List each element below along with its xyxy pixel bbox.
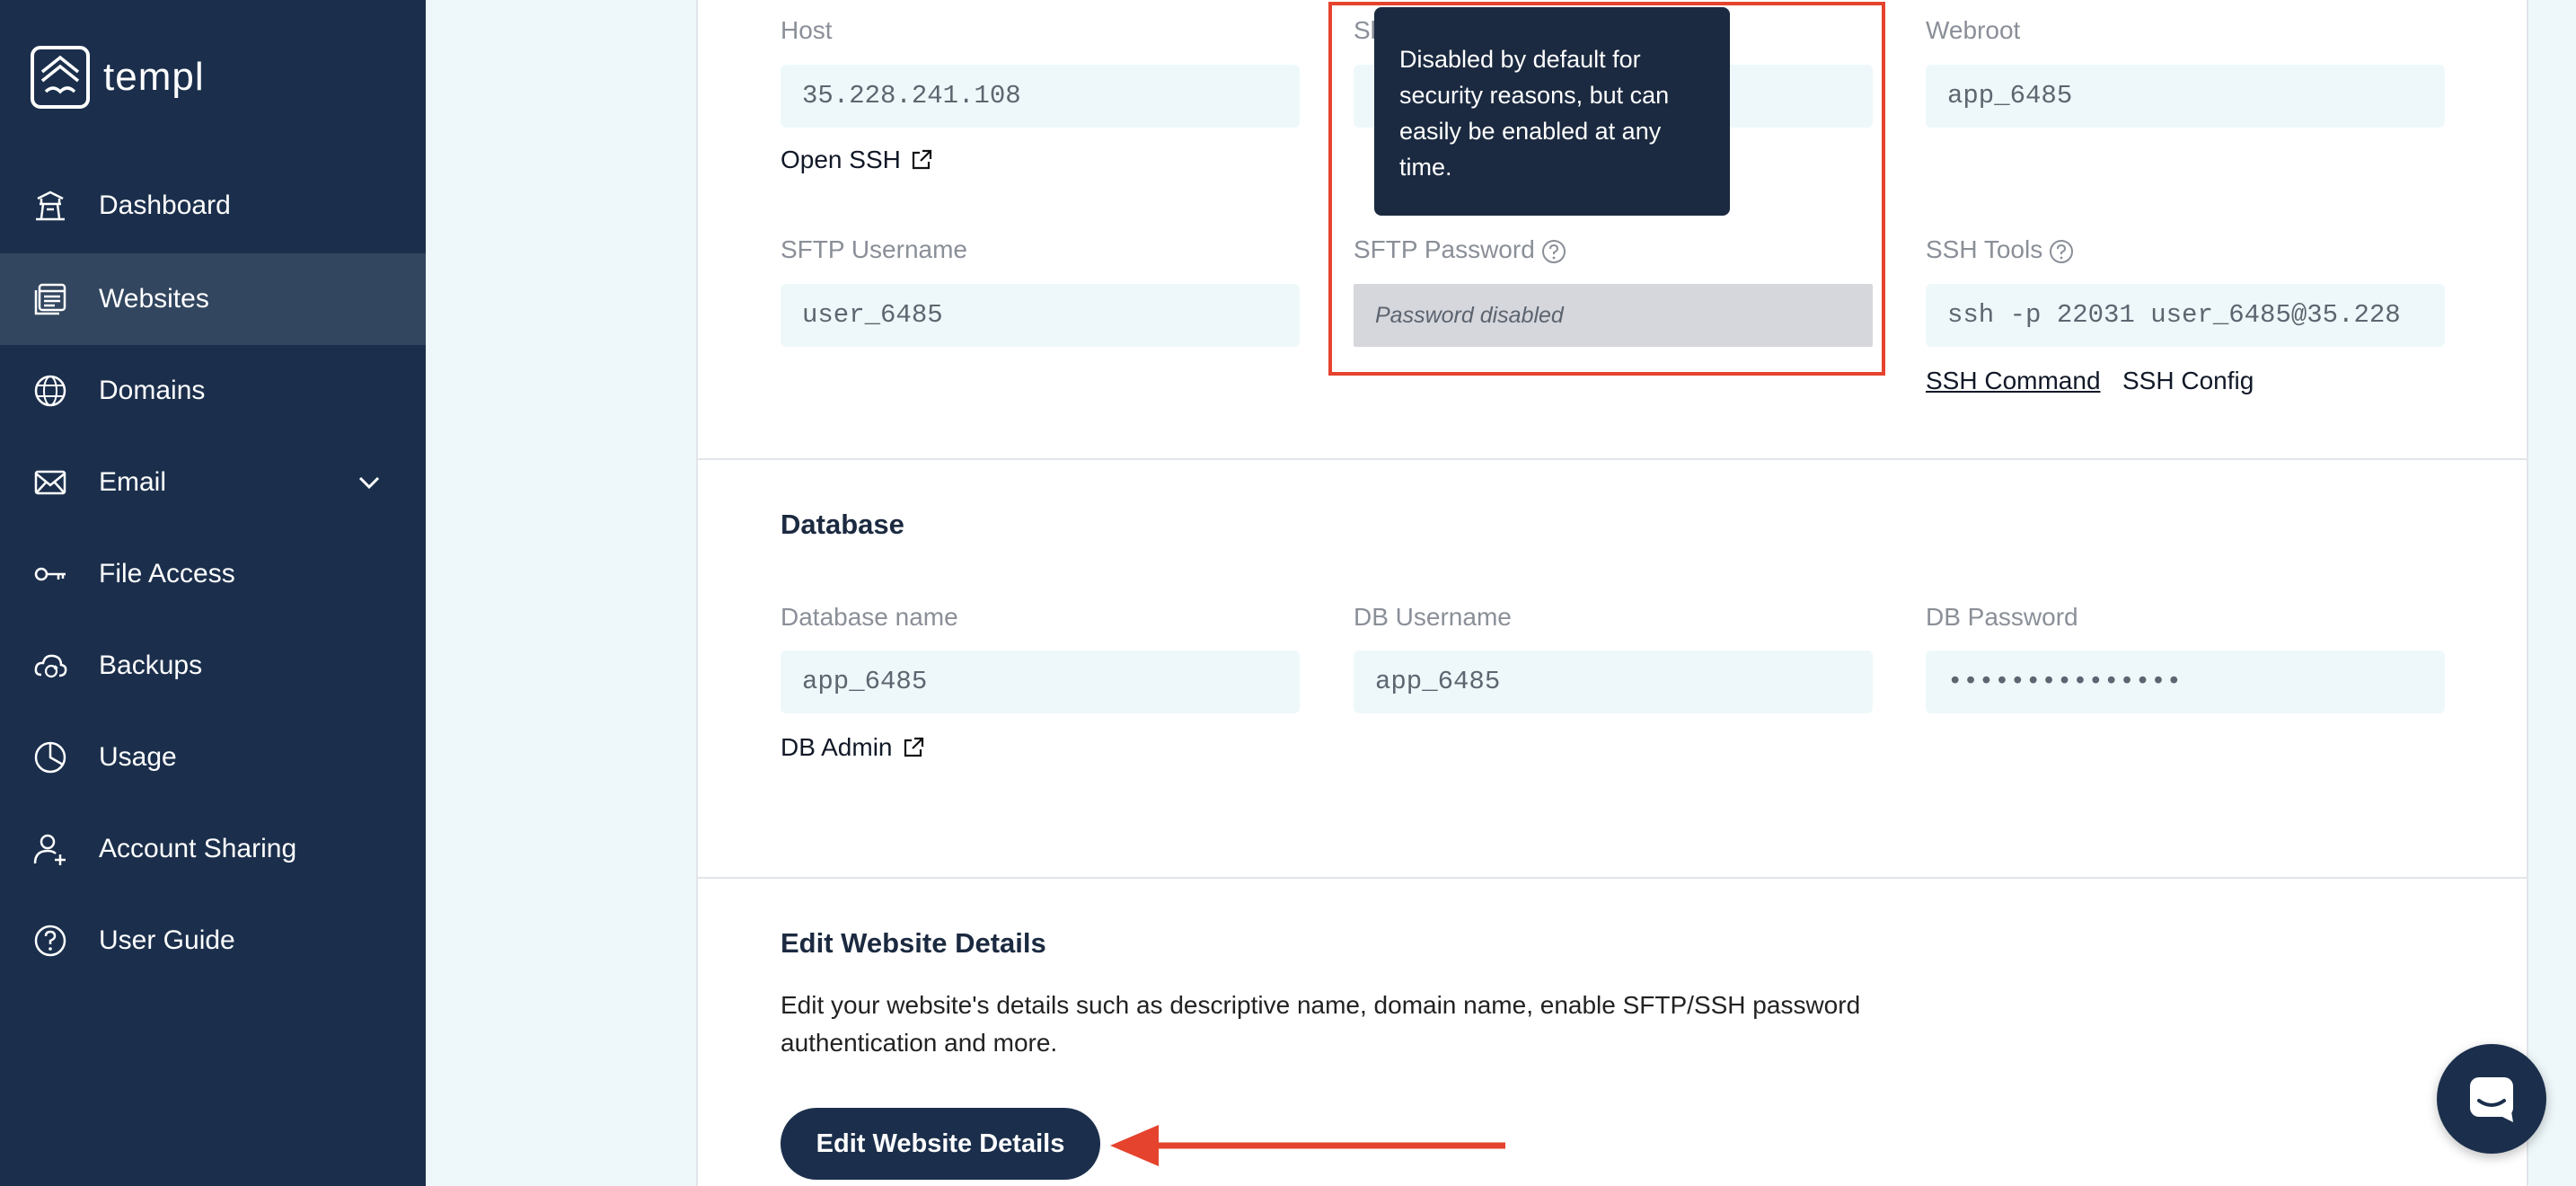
webroot-field[interactable]: app_6485 (1926, 65, 2445, 128)
external-link-icon (912, 149, 931, 170)
sidebar-item-label: Dashboard (99, 190, 231, 220)
chevron-down-icon[interactable] (356, 469, 383, 496)
websites-icon (32, 281, 68, 317)
ssh-tools-label: SSH Tools (1926, 235, 2075, 265)
ssh-tools-field[interactable]: ssh -p 22031 user_6485@35.228 (1926, 284, 2445, 347)
sidebar-item-label: User Guide (99, 925, 235, 955)
ssh-command-link[interactable]: SSH Command (1926, 367, 2101, 395)
database-name-field[interactable]: app_6485 (781, 651, 1300, 713)
sidebar-item-label: Email (99, 467, 167, 497)
db-username-label: DB Username (1354, 603, 1512, 631)
section-divider (698, 877, 2527, 879)
db-password-field[interactable]: ••••••••••••••• (1926, 651, 2445, 713)
external-link-icon (904, 737, 923, 757)
envelope-icon (32, 465, 68, 500)
open-ssh-label: Open SSH (781, 146, 901, 173)
open-ssh-link[interactable]: Open SSH (781, 146, 933, 174)
sidebar-item-label: Usage (99, 742, 177, 772)
sftp-password-tooltip: Disabled by default for security reasons… (1374, 7, 1730, 216)
sidebar-item-domains[interactable]: Domains (0, 345, 426, 437)
sidebar-item-backups[interactable]: Backups (0, 620, 426, 712)
help-circle-icon (32, 923, 68, 959)
sidebar-item-user-guide[interactable]: User Guide (0, 895, 426, 987)
database-name-label: Database name (781, 603, 958, 631)
db-admin-link[interactable]: DB Admin (781, 733, 925, 762)
sidebar-item-dashboard[interactable]: Dashboard (0, 160, 426, 252)
db-username-field[interactable]: app_6485 (1354, 651, 1873, 713)
help-circle-icon[interactable] (2048, 238, 2075, 265)
sidebar-item-label: Backups (99, 651, 203, 680)
sidebar-item-email[interactable]: Email (0, 437, 426, 528)
sidebar-item-usage[interactable]: Usage (0, 712, 426, 803)
sidebar-item-file-access[interactable]: File Access (0, 528, 426, 620)
sidebar-item-label: Account Sharing (99, 834, 297, 863)
globe-www-icon (32, 373, 68, 409)
annotation-arrow (1110, 1125, 1505, 1166)
sftp-username-field[interactable]: user_6485 (781, 284, 1300, 347)
ssh-tools-label-text: SSH Tools (1926, 235, 2043, 263)
edit-website-details-button[interactable]: Edit Website Details (781, 1108, 1100, 1180)
edit-website-description: Edit your website's details such as desc… (781, 991, 1861, 1057)
webroot-label: Webroot (1926, 16, 2021, 44)
sidebar-item-account-sharing[interactable]: Account Sharing (0, 803, 426, 895)
host-label: Host (781, 16, 833, 44)
user-add-icon (32, 831, 68, 867)
cloud-sync-icon (32, 648, 68, 684)
edit-website-title: Edit Website Details (781, 927, 1046, 959)
ssh-config-link[interactable]: SSH Config (2122, 367, 2254, 395)
chat-launcher-button[interactable] (2437, 1044, 2546, 1154)
sidebar-item-websites[interactable]: Websites (0, 253, 426, 345)
section-divider (698, 458, 2527, 460)
brand-name: templ (103, 55, 205, 99)
sidebar: templ Dashboard Websites Domains Email F… (0, 0, 426, 1186)
ssh-config-label: SSH Config (2122, 367, 2254, 394)
db-admin-label: DB Admin (781, 733, 893, 761)
brand-logo[interactable]: templ (30, 45, 205, 110)
temple-icon (32, 188, 68, 224)
chat-icon (2470, 1077, 2513, 1122)
sidebar-item-label: Domains (99, 376, 206, 405)
sidebar-item-label: File Access (99, 559, 235, 589)
sidebar-item-label: Websites (99, 284, 209, 314)
host-field[interactable]: 35.228.241.108 (781, 65, 1300, 128)
pie-chart-icon (32, 739, 68, 775)
database-title: Database (781, 509, 904, 540)
db-password-label: DB Password (1926, 603, 2078, 631)
sftp-username-label: SFTP Username (781, 235, 967, 263)
templ-logo-icon (31, 46, 90, 109)
key-icon (32, 556, 68, 592)
ssh-command-label: SSH Command (1926, 367, 2101, 394)
